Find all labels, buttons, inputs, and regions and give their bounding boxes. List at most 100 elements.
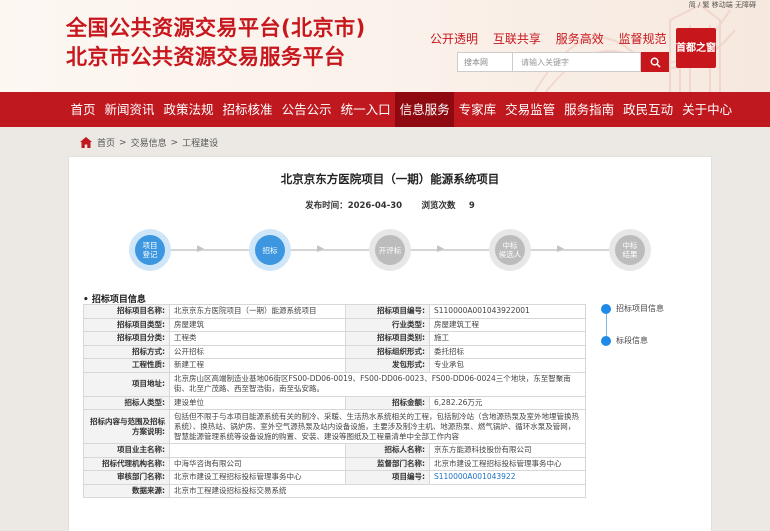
table-row: 招标项目名称: 北京京东方医院项目（一期）能源系统项目 招标项目编号: S110… [83,304,586,319]
nav-item-expert-db[interactable]: 专家库 [454,92,501,127]
slogan-item: 公开透明 [430,32,479,46]
breadcrumb-separator: > [119,137,127,148]
anchor-dot-icon [601,335,611,346]
step-candidates[interactable]: 中标 候选人 [489,229,531,271]
table-row: 招标项目类型: 房屋建筑 行业类型: 房屋建筑工程 [83,317,586,332]
step-arrow-icon: ▶ [317,244,324,254]
cell-label: 招标内容与范围及招标方案说明: [83,409,170,444]
step-award-result[interactable]: 中标 结果 [609,229,651,271]
cell-label: 招标代理机构名称: [83,456,170,471]
cell-value: 北京京东方医院项目（一期）能源系统项目 [169,304,346,319]
nav-item-guide[interactable]: 服务指南 [560,92,619,127]
project-info-table: 招标项目名称: 北京京东方医院项目（一期）能源系统项目 招标项目编号: S110… [83,304,586,498]
step-arrow-icon: ▶ [557,244,564,254]
publish-date: 2026-04-30 [347,201,403,211]
cell-value: 北京市建设工程招标投标管理事务中心 [169,470,346,485]
cell-label: 招标组织形式: [345,344,430,359]
section-anchor-nav: 招标项目信息 标段信息 [597,299,707,359]
publish-meta: 发布时间：2026-04-30 浏览次数 9 [69,199,711,211]
step-label: 项目 登记 [135,235,165,265]
cell-label: 项目业主名称: [83,443,170,458]
cell-label: 招标项目编号: [345,304,430,319]
nav-item-unified-entry[interactable]: 统一入口 [336,92,395,127]
capital-window-logo[interactable]: 首都之窗 [676,28,716,68]
table-row: 招标人类型: 建设单位 招标金额: 6,282.26万元 [83,395,586,410]
anchor-label: 招标项目信息 [616,304,664,313]
cell-value [169,443,346,458]
cell-label: 审核部门名称: [83,470,170,485]
cell-label: 招标项目名称: [83,304,170,319]
cell-value: S110000A001043922001 [429,304,586,319]
step-arrow-icon: ▶ [437,244,444,254]
cell-value: 6,282.26万元 [429,395,586,410]
cell-label: 招标项目分类: [83,331,170,346]
step-label: 中标 结果 [615,235,645,265]
cell-label: 行业类型: [345,317,430,332]
cell-label: 项目地址: [83,371,170,397]
search-icon [650,57,661,68]
cell-label: 招标项目类型: [83,317,170,332]
search-button[interactable] [641,52,669,72]
nav-item-supervision[interactable]: 交易监管 [501,92,560,127]
cell-value: 北京市工程建设招标投标交易系统 [169,483,586,498]
nav-item-bid-approval[interactable]: 招标核准 [218,92,277,127]
step-bidding[interactable]: 招标 [249,229,291,271]
table-row: 招标项目分类: 工程类 招标项目类别: 施工 [83,331,586,346]
anchor-bid-project-info[interactable]: 招标项目信息 [601,303,664,314]
project-title: 北京京东方医院项目（一期）能源系统项目 [280,172,500,186]
search-input[interactable]: 请输入关键字 [513,52,641,72]
cell-value: 房屋建筑工程 [429,317,586,332]
slogan-item: 互联共享 [492,32,541,46]
cell-label: 招标金额: [345,395,430,410]
nav-item-about[interactable]: 关于中心 [678,92,737,127]
cell-value: 公开招标 [169,344,346,359]
cell-value: 中海华咨询有限公司 [169,456,346,471]
step-label: 招标 [255,235,285,265]
nav-item-info-service[interactable]: 信息服务 [395,92,455,127]
breadcrumb-home[interactable]: 首页 [97,136,115,149]
cell-value: 工程类 [169,331,346,346]
cell-value: 北京房山区高端制造业基地06街区FS00-DD06-0019、FS00-DD06… [169,371,586,397]
site-header: 全国公共资源交易平台(北京市) 北京市公共资源交易服务平台 简 / 繁 移动端 … [0,0,770,92]
detail-panel: 北京京东方医院项目（一期）能源系统项目 发布时间：2026-04-30 浏览次数… [68,156,712,531]
table-row: 项目业主名称: 招标人名称: 京东方能源科技股份有限公司 [83,443,586,458]
cell-label: 发包形式: [345,358,430,373]
views-label: 浏览次数 [421,201,456,211]
cell-value: 施工 [429,331,586,346]
home-icon [80,137,92,148]
nav-item-news[interactable]: 新闻资讯 [100,92,159,127]
table-row: 招标内容与范围及招标方案说明: 包括但不限于与本项目能源系统有关的制冷、采暖、生… [83,409,586,444]
step-label: 中标 候选人 [495,235,525,265]
cell-label: 招标人类型: [83,395,170,410]
cell-value: 北京市建设工程招标投标管理事务中心 [429,456,586,471]
process-tracker: 项目 登记 ▶ 招标 ▶ 开评标 ▶ 中标 候选人 ▶ 中标 结果 [129,229,651,271]
nav-item-policy[interactable]: 政策法规 [159,92,218,127]
breadcrumb-separator: > [170,137,179,148]
step-label: 开评标 [375,235,405,265]
anchor-section-info[interactable]: 标段信息 [601,335,648,346]
cell-value: 新建工程 [169,358,346,373]
top-utility-links[interactable]: 简 / 繁 移动端 无障碍 [689,0,756,10]
cell-label: 监督部门名称: [345,456,430,471]
table-row: 审核部门名称: 北京市建设工程招标投标管理事务中心 项目编号: S110000A… [83,470,586,485]
table-row: 工程性质: 新建工程 发包形式: 专业承包 [83,358,586,373]
nav-item-interaction[interactable]: 政民互动 [619,92,678,127]
cell-label: 招标项目类别: [345,331,430,346]
step-project-registration[interactable]: 项目 登记 [129,229,171,271]
project-number-link[interactable]: S110000A001043922 [429,470,586,485]
slogan-row: 公开透明 互联共享 服务高效 监督规范 [430,30,678,47]
table-row: 数据来源: 北京市工程建设招标投标交易系统 [83,483,586,498]
breadcrumb-engineering[interactable]: 工程建设 [182,136,218,149]
breadcrumb: 首页 > 交易信息 > 工程建设 [80,136,222,149]
cell-value: 京东方能源科技股份有限公司 [429,443,586,458]
slogan-item: 监督规范 [618,32,667,46]
breadcrumb-trade-info[interactable]: 交易信息 [131,136,167,149]
nav-item-home[interactable]: 首页 [66,92,100,127]
cell-label: 招标方式: [83,344,170,359]
nav-item-notices[interactable]: 公告公示 [277,92,336,127]
table-row: 项目地址: 北京房山区高端制造业基地06街区FS00-DD06-0019、FS0… [83,371,586,397]
step-arrow-icon: ▶ [197,244,204,254]
search-scope-select[interactable]: 搜本网 [457,52,513,72]
cell-value: 建设单位 [169,395,346,410]
step-bid-opening[interactable]: 开评标 [369,229,411,271]
